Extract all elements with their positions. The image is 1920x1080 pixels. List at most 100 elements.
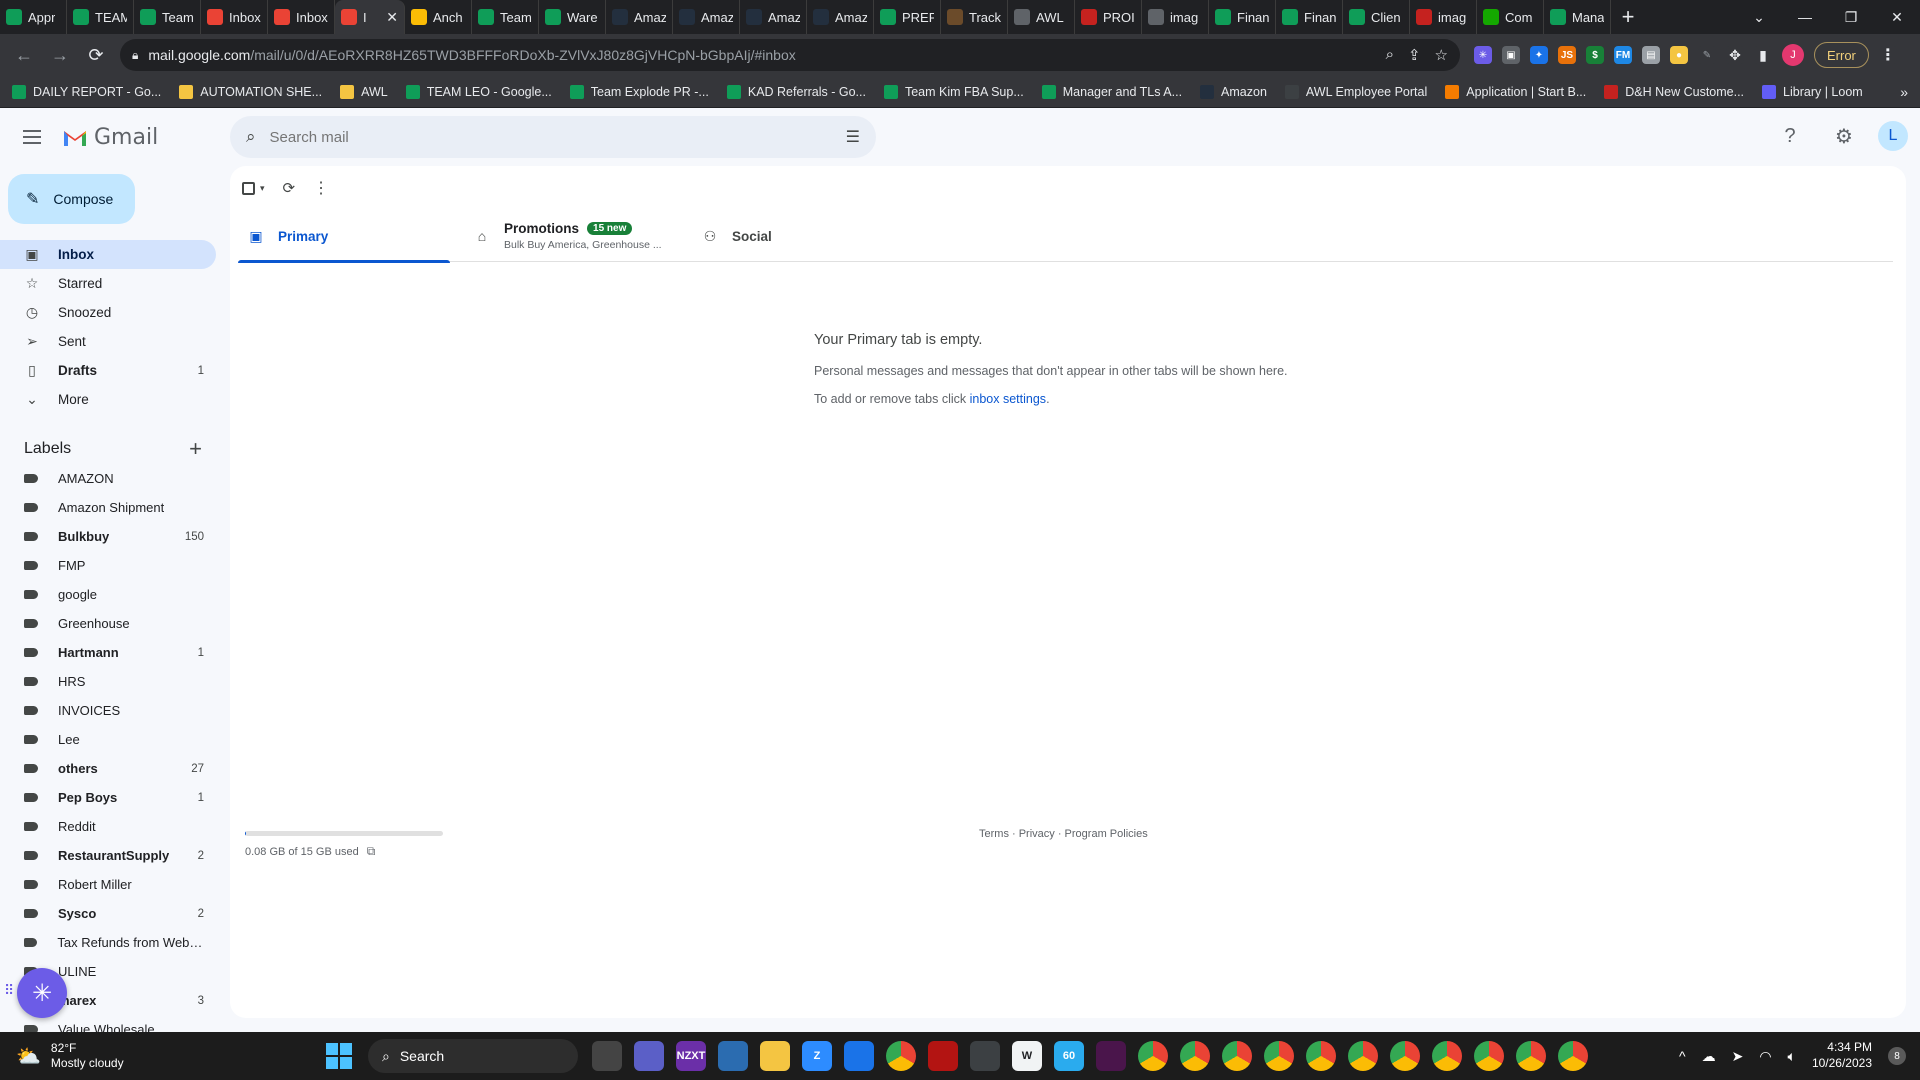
extension-off-icon[interactable]: ▣	[1502, 46, 1520, 64]
bookmark-item[interactable]: AWL	[340, 84, 388, 99]
label-item[interactable]: Pep Boys 1	[0, 783, 216, 812]
sidebar-item-drafts[interactable]: ▯ Drafts 1	[0, 356, 216, 385]
notification-badge[interactable]: 8	[1888, 1047, 1906, 1065]
browser-tab[interactable]: I ✕	[335, 0, 405, 34]
browser-tab[interactable]: Amaz	[740, 0, 807, 34]
chrome-icon[interactable]	[886, 1041, 916, 1071]
label-item[interactable]: Greenhouse	[0, 609, 216, 638]
minimize-button[interactable]: —	[1782, 0, 1828, 34]
new-tab-button[interactable]: +	[1611, 0, 1645, 34]
tab-primary[interactable]: ▣ Primary	[238, 210, 450, 263]
close-window-button[interactable]: ✕	[1874, 0, 1920, 34]
weather-widget[interactable]: ⛅ 82°F Mostly cloudy	[16, 1041, 306, 1071]
address-bar[interactable]: 🔒︎ mail.google.com/mail/u/0/d/AEoRXRR8HZ…	[120, 39, 1460, 71]
sidebar-item-snoozed[interactable]: ◷ Snoozed	[0, 298, 216, 327]
main-menu-button[interactable]	[8, 113, 56, 161]
browser-tab[interactable]: Track	[941, 0, 1008, 34]
extension-image-icon[interactable]: ▤	[1642, 46, 1660, 64]
label-item[interactable]: Robert Miller	[0, 870, 216, 899]
task-view-icon[interactable]	[592, 1041, 622, 1071]
extension-loom-icon[interactable]: ✳	[1474, 46, 1492, 64]
browser-tab[interactable]: Amaz	[673, 0, 740, 34]
label-item[interactable]: Tax Refunds from Webst...	[0, 928, 216, 957]
label-item[interactable]: Lee	[0, 725, 216, 754]
wave-icon[interactable]: W	[1012, 1041, 1042, 1071]
browser-tab[interactable]: Clien	[1343, 0, 1410, 34]
extension-fm-icon[interactable]: FM	[1614, 46, 1632, 64]
label-item[interactable]: HRS	[0, 667, 216, 696]
extension-circle-icon[interactable]: ●	[1670, 46, 1688, 64]
browser-tab[interactable]: Finan	[1276, 0, 1343, 34]
forward-button[interactable]: →	[44, 39, 76, 71]
bookmark-item[interactable]: Team Kim FBA Sup...	[883, 84, 1024, 99]
bookmark-item[interactable]: Amazon	[1200, 84, 1267, 99]
label-item[interactable]: Sysco 2	[0, 899, 216, 928]
start-button[interactable]	[326, 1043, 352, 1069]
clock[interactable]: 4:34 PM 10/26/2023	[1812, 1040, 1872, 1071]
chrome-icon[interactable]	[1222, 1041, 1252, 1071]
label-item[interactable]: INVOICES	[0, 696, 216, 725]
tab-promotions[interactable]: ⌂ Promotions 15 new Bulk Buy America, Gr…	[450, 210, 680, 262]
browser-tab[interactable]: Finan	[1209, 0, 1276, 34]
update-error-button[interactable]: Error	[1814, 42, 1869, 68]
search-icon[interactable]: ⌕	[246, 127, 256, 147]
browser-tab[interactable]: Anch	[405, 0, 472, 34]
chrome-icon[interactable]	[1138, 1041, 1168, 1071]
browser-tab[interactable]: AWL	[1008, 0, 1075, 34]
label-item[interactable]: Bulkbuy 150	[0, 522, 216, 551]
refresh-icon[interactable]: ⟳	[283, 179, 296, 197]
browser-tab[interactable]: imag	[1142, 0, 1209, 34]
sidebar-item-sent[interactable]: ➢ Sent	[0, 327, 216, 356]
bookmark-item[interactable]: KAD Referrals - Go...	[726, 84, 866, 99]
show-hidden-icons[interactable]: ^	[1679, 1048, 1686, 1064]
calculator-icon[interactable]	[970, 1041, 1000, 1071]
nzxt-icon[interactable]: NZXT	[676, 1041, 706, 1071]
zoom-icon[interactable]: ⌕	[1386, 46, 1394, 64]
browser-tab[interactable]: Com	[1477, 0, 1544, 34]
select-all-checkbox[interactable]: ▾	[242, 181, 265, 195]
location-icon[interactable]: ➤	[1732, 1048, 1744, 1065]
search-input[interactable]	[269, 128, 832, 146]
site-info-icon[interactable]: 🔒︎	[132, 48, 138, 63]
gmail-logo[interactable]: Gmail	[62, 125, 158, 150]
chrome-icon[interactable]	[1264, 1041, 1294, 1071]
more-bookmarks-icon[interactable]: »	[1900, 84, 1908, 100]
chrome-icon[interactable]	[1432, 1041, 1462, 1071]
sidebar-item-starred[interactable]: ☆ Starred	[0, 269, 216, 298]
explorer-icon[interactable]	[760, 1041, 790, 1071]
drag-handle-icon[interactable]: ⠿	[4, 982, 14, 999]
chrome-icon[interactable]	[1516, 1041, 1546, 1071]
profile-avatar[interactable]: J	[1782, 44, 1804, 66]
chrome-icon[interactable]	[1558, 1041, 1588, 1071]
telegram-icon[interactable]: 60	[1054, 1041, 1084, 1071]
calendar-icon[interactable]	[844, 1041, 874, 1071]
browser-tab[interactable]: PROI	[1075, 0, 1142, 34]
inbox-settings-link[interactable]: inbox settings	[970, 392, 1046, 406]
browser-tab[interactable]: Amaz	[606, 0, 673, 34]
label-item[interactable]: AMAZON	[0, 464, 216, 493]
bookmark-item[interactable]: D&H New Custome...	[1604, 84, 1744, 99]
help-icon[interactable]: ?	[1770, 116, 1810, 156]
select-dropdown-icon[interactable]: ▾	[260, 183, 265, 194]
volume-icon[interactable]: 🔈︎	[1788, 1048, 1796, 1065]
back-button[interactable]: ←	[8, 39, 40, 71]
loom-floating-button[interactable]: ✳	[17, 968, 67, 1018]
extension-js-icon[interactable]: JS	[1558, 46, 1576, 64]
bookmark-item[interactable]: AWL Employee Portal	[1284, 84, 1427, 99]
compose-button[interactable]: ✎ Compose	[8, 174, 135, 224]
bookmark-item[interactable]: TEAM LEO - Google...	[405, 84, 552, 99]
bookmark-item[interactable]: Application | Start B...	[1445, 84, 1586, 99]
chrome-icon[interactable]	[1306, 1041, 1336, 1071]
sidebar-item-inbox[interactable]: ▣ Inbox	[0, 240, 216, 269]
slack-icon[interactable]	[1096, 1041, 1126, 1071]
create-label-icon[interactable]: +	[189, 436, 202, 462]
bookmark-star-icon[interactable]: ☆	[1435, 46, 1448, 64]
browser-tab[interactable]: Inbox	[201, 0, 268, 34]
chrome-icon[interactable]	[1390, 1041, 1420, 1071]
share-icon[interactable]: ⇪	[1408, 46, 1421, 64]
label-item[interactable]: Value Wholesale	[0, 1015, 216, 1032]
open-in-new-icon[interactable]: ⧉	[367, 844, 376, 859]
browser-tab[interactable]: Team	[134, 0, 201, 34]
chrome-menu-icon[interactable]: ⋮	[1878, 46, 1897, 64]
chrome-icon[interactable]	[1180, 1041, 1210, 1071]
